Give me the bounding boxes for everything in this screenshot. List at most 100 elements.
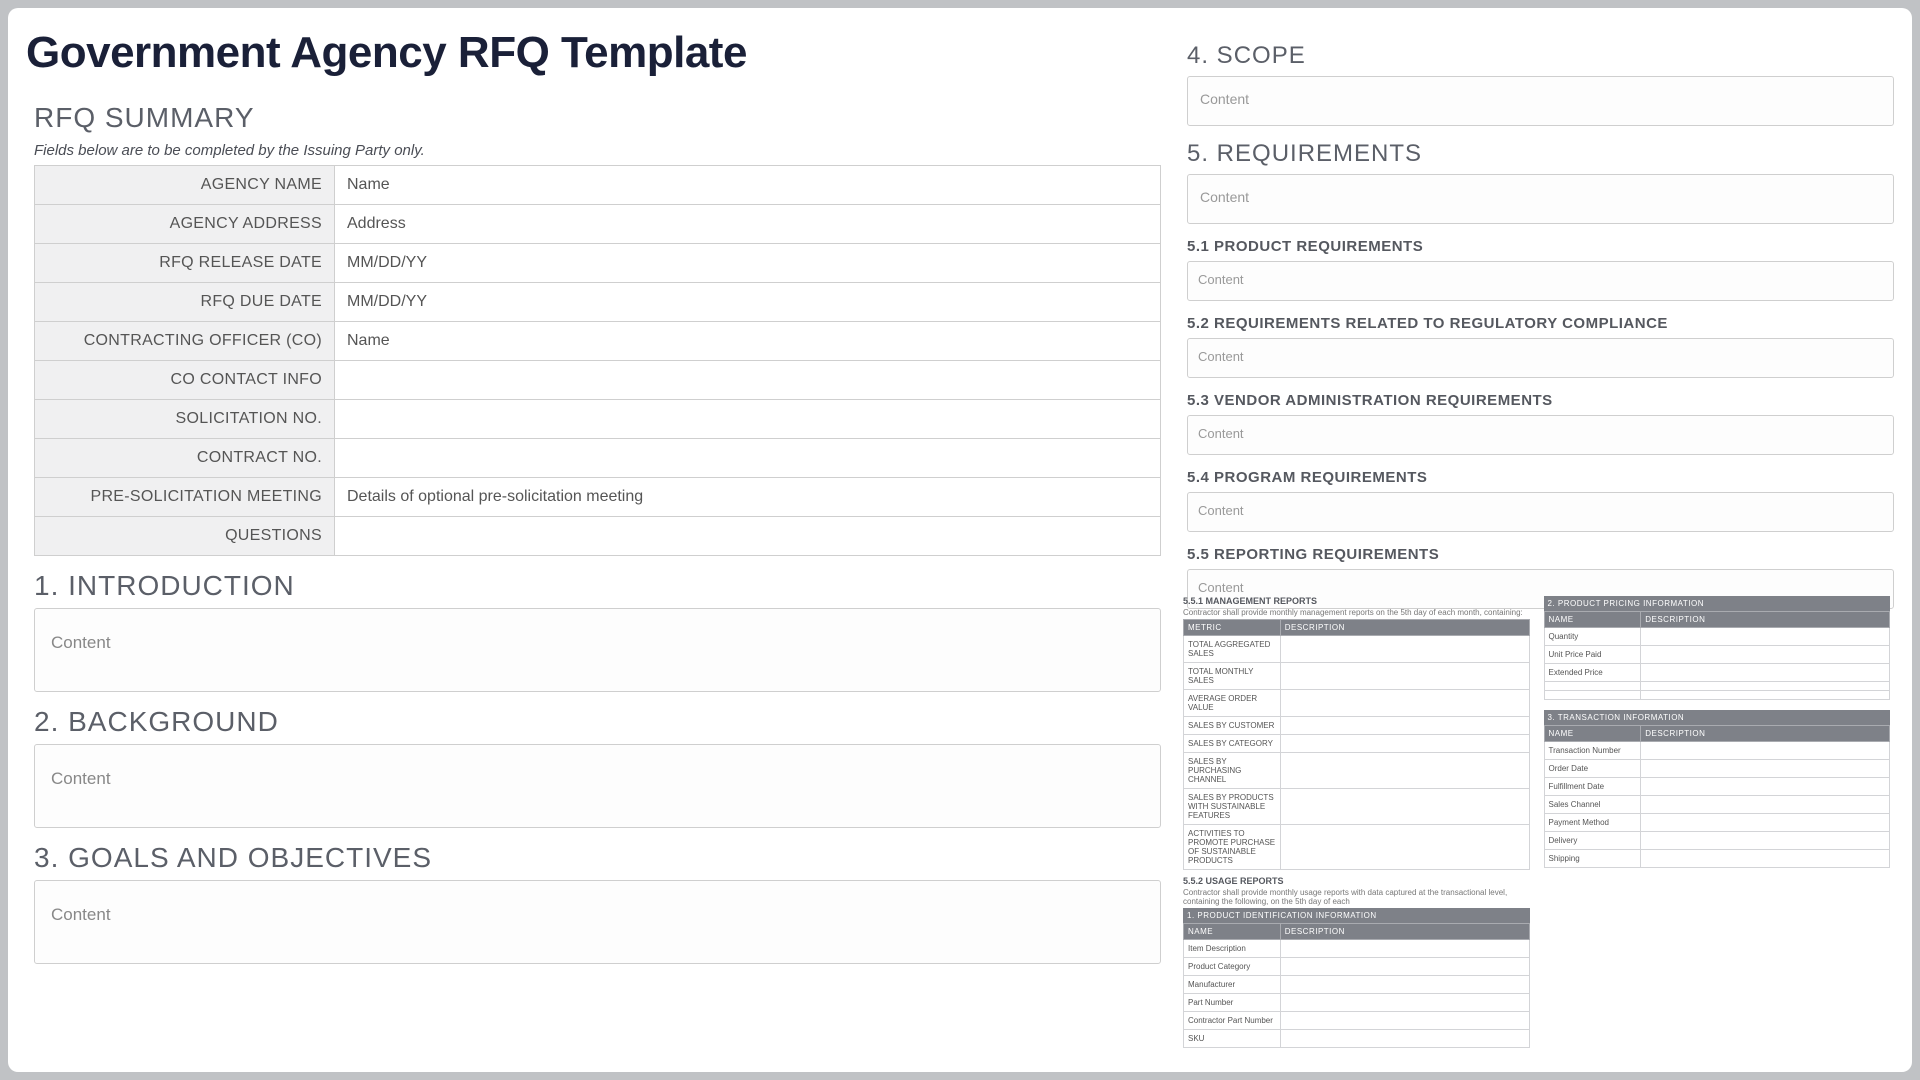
section-content[interactable]: Content (34, 608, 1161, 692)
subsection-content[interactable]: Content (1187, 338, 1894, 378)
mini-row-desc[interactable] (1641, 760, 1890, 778)
mini-row-name: Unit Price Paid (1544, 646, 1641, 664)
table-row: SALES BY CUSTOMER (1184, 717, 1530, 735)
table-row: Unit Price Paid (1544, 646, 1890, 664)
mini-row-desc[interactable] (1280, 994, 1529, 1012)
summary-row: CO CONTACT INFO (35, 361, 1161, 400)
mini-row-desc[interactable] (1641, 850, 1890, 868)
requirements-heading: 5. REQUIREMENTS (1187, 140, 1894, 168)
page-title: Government Agency RFQ Template (26, 28, 1161, 78)
summary-value[interactable]: Address (335, 205, 1161, 244)
mini-row-desc[interactable] (1641, 628, 1890, 646)
section-heading: 1. INTRODUCTION (34, 570, 1161, 602)
summary-label: RFQ RELEASE DATE (35, 244, 335, 283)
table-row: Payment Method (1544, 814, 1890, 832)
thumb-right-col: 2. PRODUCT PRICING INFORMATION NAME DESC… (1544, 596, 1891, 1048)
summary-value[interactable]: Name (335, 322, 1161, 361)
mini-row-desc[interactable] (1280, 976, 1529, 994)
mini-row-desc[interactable] (1641, 691, 1890, 700)
mini-row-name: SKU (1184, 1030, 1281, 1048)
section-content[interactable]: Content (34, 744, 1161, 828)
mini-row-desc[interactable] (1641, 664, 1890, 682)
mini-row-desc[interactable] (1280, 735, 1529, 753)
mini-row-desc[interactable] (1280, 1012, 1529, 1030)
mini-row-desc[interactable] (1641, 814, 1890, 832)
mini-row-name (1544, 682, 1641, 691)
table-row: Fulfillment Date (1544, 778, 1890, 796)
mini-row-name: Contractor Part Number (1184, 1012, 1281, 1030)
mini-row-name: Manufacturer (1184, 976, 1281, 994)
table-row: Manufacturer (1184, 976, 1530, 994)
mini-row-name: SALES BY PRODUCTS WITH SUSTAINABLE FEATU… (1184, 789, 1281, 825)
trans-table: NAME DESCRIPTION Transaction NumberOrder… (1544, 725, 1891, 868)
pricing-th-name: NAME (1544, 612, 1641, 628)
summary-value[interactable] (335, 400, 1161, 439)
mini-row-desc[interactable] (1280, 958, 1529, 976)
mini-row-desc[interactable] (1280, 940, 1529, 958)
mini-row-name: Item Description (1184, 940, 1281, 958)
pricing-th-desc: DESCRIPTION (1641, 612, 1890, 628)
mini-row-name: Extended Price (1544, 664, 1641, 682)
summary-row: AGENCY ADDRESSAddress (35, 205, 1161, 244)
mini-row-desc[interactable] (1280, 825, 1529, 870)
section-content[interactable]: Content (34, 880, 1161, 964)
summary-value[interactable]: Name (335, 166, 1161, 205)
summary-value[interactable] (335, 517, 1161, 556)
table-row: Contractor Part Number (1184, 1012, 1530, 1030)
subsection-content[interactable]: Content (1187, 261, 1894, 301)
scope-content[interactable]: Content (1187, 76, 1894, 126)
mini-row-name: Fulfillment Date (1544, 778, 1641, 796)
mini-row-name (1544, 691, 1641, 700)
mini-row-desc[interactable] (1641, 646, 1890, 664)
mini-row-desc[interactable] (1641, 796, 1890, 814)
table-row: SALES BY PURCHASING CHANNEL (1184, 753, 1530, 789)
mini-row-desc[interactable] (1280, 690, 1529, 717)
summary-value[interactable]: MM/DD/YY (335, 244, 1161, 283)
summary-note: Fields below are to be completed by the … (34, 142, 1161, 159)
left-column: Government Agency RFQ Template RFQ SUMMA… (26, 28, 1161, 1052)
mini-row-desc[interactable] (1280, 636, 1529, 663)
mini-row-desc[interactable] (1280, 663, 1529, 690)
usage-th-desc: DESCRIPTION (1280, 924, 1529, 940)
table-row: Transaction Number (1544, 742, 1890, 760)
requirements-content[interactable]: Content (1187, 174, 1894, 224)
mini-row-name: SALES BY CATEGORY (1184, 735, 1281, 753)
summary-row: CONTRACTING OFFICER (CO)Name (35, 322, 1161, 361)
summary-label: AGENCY ADDRESS (35, 205, 335, 244)
subsection-heading: 5.5 REPORTING REQUIREMENTS (1187, 546, 1894, 563)
mini-row-name: Delivery (1544, 832, 1641, 850)
mini-row-desc[interactable] (1641, 742, 1890, 760)
mini-row-desc[interactable] (1641, 832, 1890, 850)
mini-row-desc[interactable] (1280, 753, 1529, 789)
summary-value[interactable]: MM/DD/YY (335, 283, 1161, 322)
mini-row-desc[interactable] (1641, 682, 1890, 691)
mini-row-desc[interactable] (1280, 1030, 1529, 1048)
table-row: TOTAL AGGREGATED SALES (1184, 636, 1530, 663)
table-row (1544, 691, 1890, 700)
subsection-content[interactable]: Content (1187, 415, 1894, 455)
mgmt-th-desc: DESCRIPTION (1280, 620, 1529, 636)
trans-th-name: NAME (1544, 726, 1641, 742)
trans-section-bar: 3. TRANSACTION INFORMATION (1544, 710, 1891, 725)
summary-label: CO CONTACT INFO (35, 361, 335, 400)
summary-label: SOLICITATION NO. (35, 400, 335, 439)
mini-row-name: ACTIVITIES TO PROMOTE PURCHASE OF SUSTAI… (1184, 825, 1281, 870)
table-row: ACTIVITIES TO PROMOTE PURCHASE OF SUSTAI… (1184, 825, 1530, 870)
mgmt-th-metric: METRIC (1184, 620, 1281, 636)
summary-label: QUESTIONS (35, 517, 335, 556)
table-row: Order Date (1544, 760, 1890, 778)
mini-row-desc[interactable] (1280, 717, 1529, 735)
subsection-heading: 5.2 REQUIREMENTS RELATED TO REGULATORY C… (1187, 315, 1894, 332)
mgmt-table: METRIC DESCRIPTION TOTAL AGGREGATED SALE… (1183, 619, 1530, 870)
mini-row-desc[interactable] (1280, 789, 1529, 825)
table-row: SALES BY CATEGORY (1184, 735, 1530, 753)
summary-value[interactable] (335, 361, 1161, 400)
mini-row-name: Sales Channel (1544, 796, 1641, 814)
mini-row-desc[interactable] (1641, 778, 1890, 796)
subsection-content[interactable]: Content (1187, 492, 1894, 532)
summary-table: AGENCY NAMENameAGENCY ADDRESSAddressRFQ … (34, 165, 1161, 556)
usage-note: Contractor shall provide monthly usage r… (1183, 888, 1530, 906)
summary-label: AGENCY NAME (35, 166, 335, 205)
summary-value[interactable]: Details of optional pre-solicitation mee… (335, 478, 1161, 517)
summary-value[interactable] (335, 439, 1161, 478)
